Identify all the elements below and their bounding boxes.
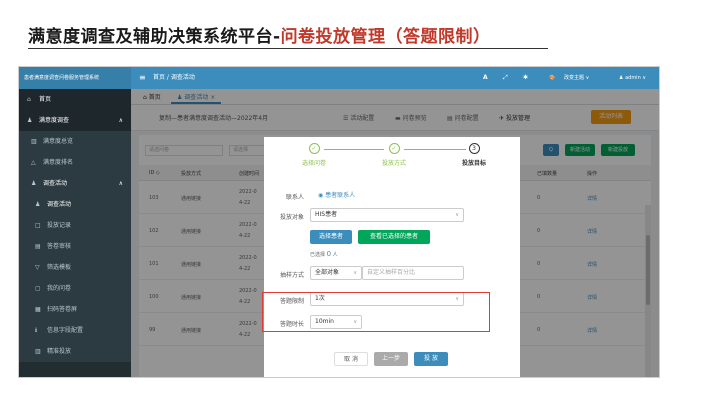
sidebar-item-label: 满意度排名 xyxy=(43,159,74,166)
sidebar-item-label: 投放记录 xyxy=(47,222,72,229)
step-number: 3 xyxy=(468,143,480,154)
sidebar-item[interactable]: ℹ 信息字段配置 xyxy=(19,320,131,341)
sidebar-item[interactable]: ▥ 精准投放 xyxy=(19,341,131,362)
main-content: ⌂ 首页 ♟ 调查活动 × 复制—患者满意度调查活动—2022年4月 ☰ 活动配… xyxy=(131,89,659,377)
delivery-target-modal: ✓ 选择问卷 ✓ 投放方式 3 投放目标 联系人 ◉ 患者联系人 投放对象 HIS患者… xyxy=(264,137,520,377)
print-icon: ▤ xyxy=(35,243,41,250)
check-icon: ✓ xyxy=(308,143,320,154)
modal-step-label: 投放目标 xyxy=(461,160,486,167)
modal-step-3: 3 投放目标 xyxy=(444,143,504,167)
sidebar-item[interactable]: ♟ 满意度调查 ∧ xyxy=(19,110,131,131)
record-icon: □ xyxy=(35,222,41,229)
sidebar-item[interactable]: ♟ 调查活动 xyxy=(19,194,131,215)
chevron-up-icon: ∧ xyxy=(118,180,123,187)
cancel-button[interactable]: 取 消 xyxy=(334,352,368,366)
contact-label: 联系人 xyxy=(285,194,304,201)
selected-count-text: 已选择 0 人 xyxy=(310,250,338,258)
sidebar-item-label: 筛选模板 xyxy=(47,264,72,271)
users-icon: ♟ xyxy=(31,180,37,187)
selected-label: 已选择 xyxy=(310,252,326,258)
settings-icon[interactable]: ✱ xyxy=(523,67,528,89)
user-name: admin ∨ xyxy=(625,75,646,81)
sidebar-item-label: 满意度调查 xyxy=(39,117,70,124)
sidebar-item[interactable]: ▤ 答卷审核 xyxy=(19,236,131,257)
sidebar-item-label: 扫码答卷屏 xyxy=(47,306,78,313)
users-icon: ♟ xyxy=(27,117,33,124)
brand-logo: 患者满意度调查问卷服务管理系统 xyxy=(19,67,131,89)
radio-checked-icon: ◉ xyxy=(318,192,324,199)
filter-icon: ▽ xyxy=(35,264,40,271)
sample-label: 抽样方式 xyxy=(279,272,304,279)
sidebar-item[interactable]: ▦ 扫码答卷屏 xyxy=(19,299,131,320)
chevron-down-icon: ∨ xyxy=(455,212,459,218)
theme-menu[interactable]: 改变主题 ∨ xyxy=(564,67,589,89)
target-value: HIS患者 xyxy=(315,211,338,218)
sidebar-item-label: 调查活动 xyxy=(47,201,72,208)
slide-title-main: 满意度调查及辅助决策系统平台- xyxy=(28,27,281,47)
sidebar-item[interactable]: ▽ 筛选模板 xyxy=(19,257,131,278)
chart-icon: ▥ xyxy=(35,348,41,355)
sample-value: 全部对象 xyxy=(315,269,340,276)
info-icon: ℹ xyxy=(35,327,38,334)
menu-toggle-icon[interactable]: ≡ xyxy=(139,67,146,89)
select-patient-button[interactable]: 选择患者 xyxy=(310,230,352,244)
selected-unit: 人 xyxy=(332,252,338,258)
slide-title: 满意度调查及辅助决策系统平台-问卷投放管理（答题限制） xyxy=(28,22,491,47)
sidebar: ⌂ 首页 ♟ 满意度调查 ∧ ▥ 满意度总览 △ 满意度排名 ♟ 调查活动 ∧ ♟ 调查活动 □ 投放记录 ▤ 答… xyxy=(19,89,131,377)
sample-select[interactable]: 全部对象 ∨ xyxy=(310,266,362,280)
previous-step-button[interactable]: 上一步 xyxy=(374,352,408,366)
sidebar-item[interactable]: △ 满意度排名 xyxy=(19,152,131,173)
sidebar-item-label: 满意度总览 xyxy=(43,138,74,145)
palette-icon[interactable]: 🎨 xyxy=(549,67,555,89)
sidebar-item-label: 调查活动 xyxy=(43,180,68,187)
modal-step-2: ✓ 投放方式 xyxy=(364,143,424,167)
user-menu[interactable]: ♟ admin ∨ xyxy=(619,67,646,89)
chevron-up-icon: ∧ xyxy=(118,117,123,124)
modal-step-label: 选择问卷 xyxy=(301,160,326,167)
trend-icon: △ xyxy=(31,159,36,166)
chevron-down-icon: ∨ xyxy=(353,270,357,276)
selected-count: 0 xyxy=(326,250,332,258)
sidebar-item-label: 首页 xyxy=(39,96,52,103)
view-selected-patients-button[interactable]: 查看已选择的患者 xyxy=(358,230,430,244)
fullscreen-icon[interactable]: ⤢ xyxy=(503,67,508,89)
target-label: 投放对象 xyxy=(279,214,304,221)
sidebar-item-label: 我的问卷 xyxy=(47,285,72,292)
modal-step-label: 投放方式 xyxy=(381,160,406,167)
target-select[interactable]: HIS患者 ∨ xyxy=(310,208,464,222)
sample-percent-input[interactable]: 自定义抽样百分比 xyxy=(362,266,464,280)
submit-delivery-button[interactable]: 投 放 xyxy=(414,352,448,366)
top-navbar: 患者满意度调查问卷服务管理系统 ≡ 首页 / 调查活动 A ⤢ ✱ 🎨 改变主题… xyxy=(19,67,659,89)
sidebar-item-label: 精准投放 xyxy=(47,348,72,355)
font-size-icon[interactable]: A xyxy=(483,67,488,89)
sidebar-item[interactable]: ▢ 我的问卷 xyxy=(19,278,131,299)
check-icon: ✓ xyxy=(388,143,400,154)
doc-icon: ▢ xyxy=(35,285,41,292)
sidebar-item[interactable]: ♟ 调查活动 ∧ xyxy=(19,173,131,194)
sidebar-item[interactable]: ⌂ 首页 xyxy=(19,89,131,110)
title-rule xyxy=(28,48,548,49)
contact-radio[interactable]: ◉ 患者联系人 xyxy=(318,190,355,199)
contact-option-label: 患者联系人 xyxy=(325,192,356,199)
users-icon: ♟ xyxy=(35,201,41,208)
sidebar-item[interactable]: ▥ 满意度总览 xyxy=(19,131,131,152)
slide-title-highlight: 问卷投放管理（答题限制） xyxy=(280,27,491,47)
answer-limit-highlight-box xyxy=(262,292,490,332)
sidebar-item-label: 信息字段配置 xyxy=(47,327,84,334)
breadcrumb: 首页 / 调查活动 xyxy=(153,74,195,81)
grid-icon: ▦ xyxy=(35,306,41,313)
home-icon: ⌂ xyxy=(27,96,31,103)
chart-icon: ▥ xyxy=(31,138,37,145)
modal-step-1: ✓ 选择问卷 xyxy=(284,143,344,167)
sidebar-item[interactable]: □ 投放记录 xyxy=(19,215,131,236)
sidebar-item-label: 答卷审核 xyxy=(47,243,72,250)
